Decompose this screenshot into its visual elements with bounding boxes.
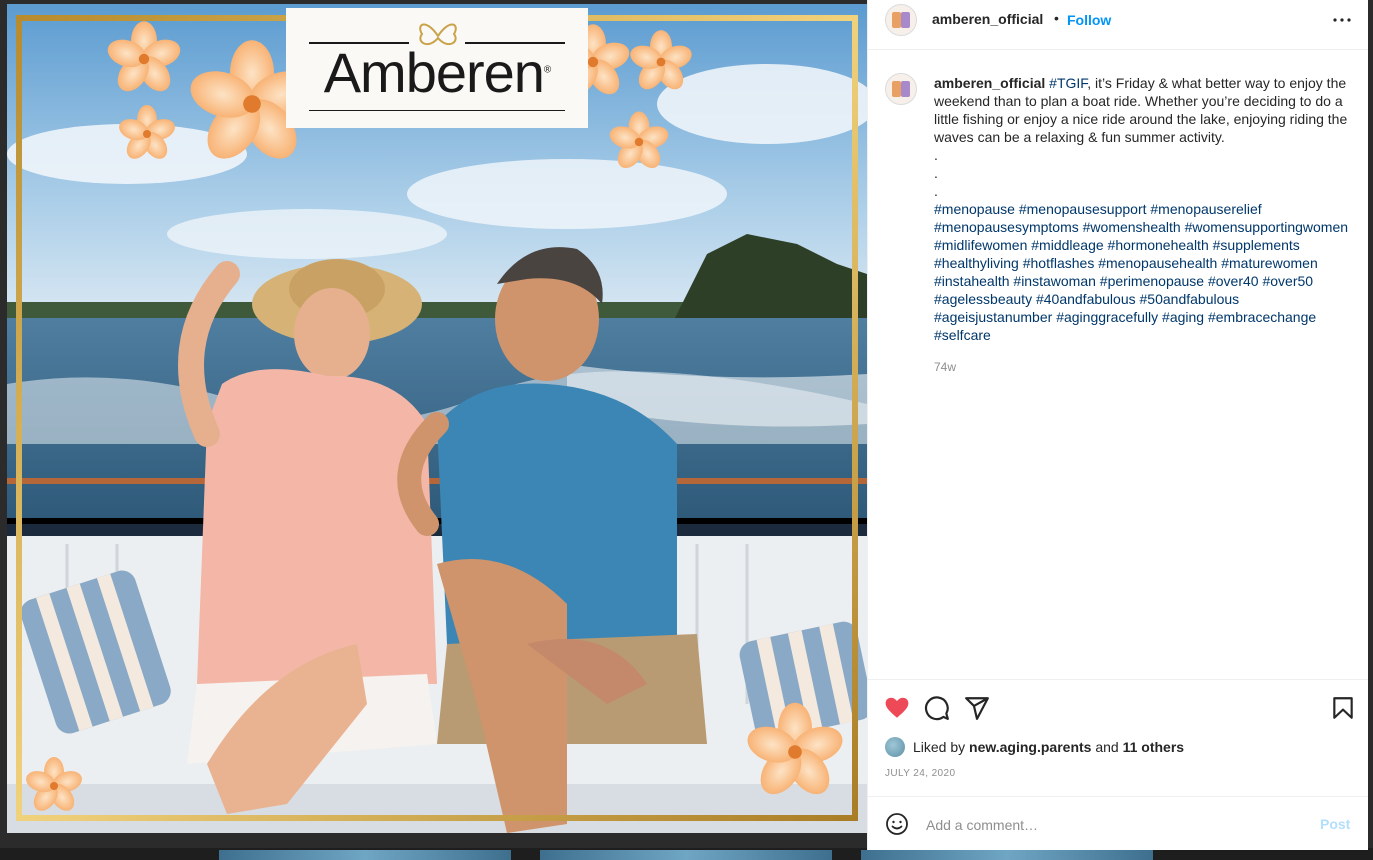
liker-avatar[interactable] bbox=[885, 737, 905, 757]
butterfly-icon bbox=[419, 23, 457, 46]
hashtag-link[interactable]: #hormonehealth bbox=[1108, 237, 1209, 253]
action-bar bbox=[868, 679, 1368, 738]
related-post-thumbnail[interactable] bbox=[540, 850, 832, 860]
liker-username[interactable]: new.aging.parents bbox=[969, 739, 1091, 755]
logo-rule bbox=[465, 42, 565, 44]
logo-rule bbox=[309, 42, 409, 44]
hashtag-link[interactable]: #agelessbeauty bbox=[934, 291, 1032, 307]
hashtag-link[interactable]: #selfcare bbox=[934, 327, 991, 343]
hashtag-link[interactable]: #embracechange bbox=[1208, 309, 1316, 325]
hashtag-link[interactable]: #menopauserelief bbox=[1150, 201, 1261, 217]
caption-body: amberen_official #TGIF, it’s Friday & wh… bbox=[934, 74, 1354, 376]
related-post-thumbnail[interactable] bbox=[861, 850, 1153, 860]
boat-photo bbox=[7, 4, 867, 833]
likes-others-link[interactable]: 11 others bbox=[1123, 739, 1184, 755]
brand-logo-card: Amberen® bbox=[286, 8, 588, 128]
caption-text: amberen_official #TGIF, it’s Friday & wh… bbox=[934, 75, 1348, 145]
hashtag-link[interactable]: #40andfabulous bbox=[1036, 291, 1136, 307]
hashtag-link[interactable]: #hotflashes bbox=[1023, 255, 1095, 271]
hashtag-link[interactable]: #menopausehealth bbox=[1098, 255, 1217, 271]
comment-icon[interactable] bbox=[924, 695, 950, 721]
hashtag-link[interactable]: #supplements bbox=[1213, 237, 1300, 253]
hashtag-link[interactable]: #maturewomen bbox=[1221, 255, 1318, 271]
hashtag-link[interactable]: #ageisjustanumber bbox=[934, 309, 1052, 325]
post-date[interactable]: JULY 24, 2020 bbox=[885, 768, 955, 779]
profile-avatar[interactable] bbox=[885, 4, 917, 36]
post-comment-button[interactable]: Post bbox=[1320, 816, 1350, 832]
heart-filled-icon[interactable] bbox=[884, 695, 910, 721]
post-details-panel: amberen_official • Follow amberen_offici… bbox=[867, 0, 1368, 850]
share-icon[interactable] bbox=[964, 695, 990, 721]
hashtag-link[interactable]: #over40 bbox=[1208, 273, 1259, 289]
hashtag-link[interactable]: #instahealth bbox=[934, 273, 1010, 289]
hashtag-link[interactable]: #TGIF bbox=[1049, 75, 1087, 91]
hashtag-link[interactable]: #over50 bbox=[1262, 273, 1313, 289]
hashtag-link[interactable]: #menopause bbox=[934, 201, 1015, 217]
hashtag-link[interactable]: #aging bbox=[1162, 309, 1204, 325]
caption-dots: . . . bbox=[934, 147, 938, 199]
hashtag-link[interactable]: #menopausesymptoms bbox=[934, 219, 1079, 235]
hashtag-link[interactable]: #50andfabulous bbox=[1140, 291, 1240, 307]
bookmark-icon[interactable] bbox=[1330, 695, 1356, 721]
post-age[interactable]: 74w bbox=[934, 358, 1354, 376]
hashtag-link[interactable]: #womensupportingwomen bbox=[1185, 219, 1348, 235]
caption-username[interactable]: amberen_official bbox=[934, 75, 1045, 91]
separator: • bbox=[1054, 10, 1059, 26]
comment-input[interactable] bbox=[924, 813, 1308, 837]
hashtag-link[interactable]: #womenshealth bbox=[1083, 219, 1181, 235]
hashtag-link[interactable]: #midlifewomen bbox=[934, 237, 1027, 253]
hashtag-list: #menopause #menopausesupport #menopauser… bbox=[934, 200, 1354, 344]
emoji-icon[interactable] bbox=[885, 812, 909, 836]
hashtag-link[interactable]: #perimenopause bbox=[1100, 273, 1204, 289]
logo-rule bbox=[309, 110, 565, 111]
hashtag-link[interactable]: #healthyliving bbox=[934, 255, 1019, 271]
hashtag-link[interactable]: #instawoman bbox=[1013, 273, 1096, 289]
more-horizontal-icon[interactable] bbox=[1330, 8, 1354, 32]
hashtag-link[interactable]: #middleage bbox=[1031, 237, 1103, 253]
likes-summary: Liked by new.aging.parents and 11 others bbox=[885, 737, 1184, 757]
hashtag-link[interactable]: #menopausesupport bbox=[1019, 201, 1147, 217]
related-post-thumbnail[interactable] bbox=[219, 850, 511, 860]
hashtag-link[interactable]: #aginggracefully bbox=[1056, 309, 1158, 325]
post-image[interactable]: Amberen® bbox=[7, 4, 867, 833]
header-username[interactable]: amberen_official bbox=[932, 11, 1043, 27]
comment-bar: Post bbox=[868, 796, 1368, 851]
follow-button[interactable]: Follow bbox=[1067, 12, 1111, 28]
post-header: amberen_official • Follow bbox=[868, 0, 1368, 50]
caption-avatar[interactable] bbox=[885, 73, 917, 105]
